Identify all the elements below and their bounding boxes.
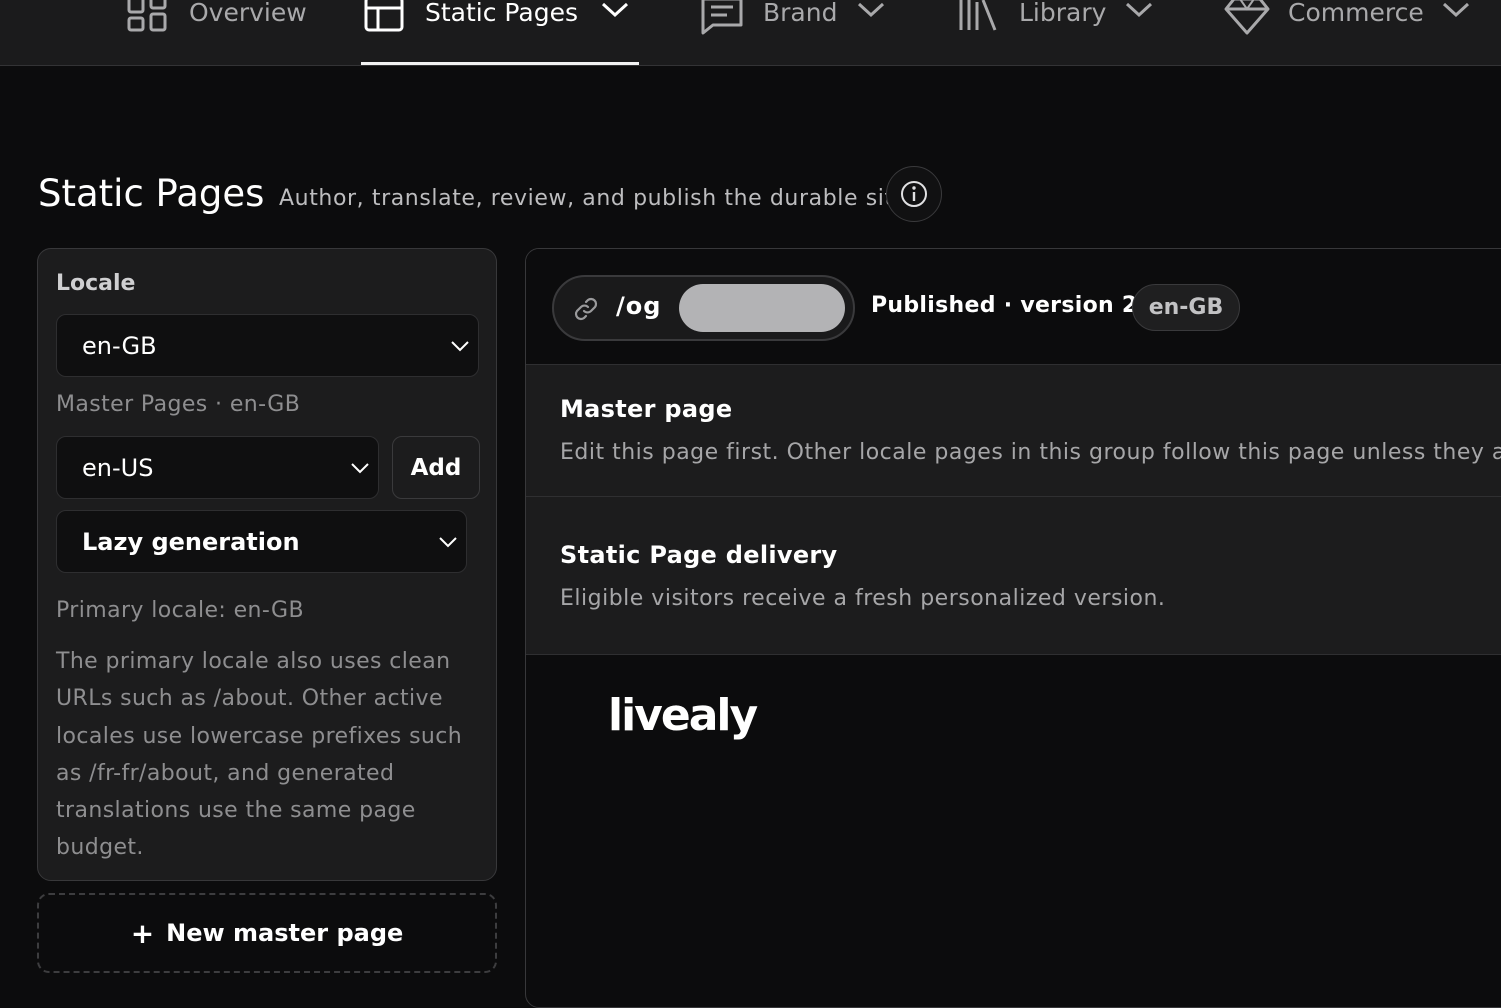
nav-item-overview[interactable]: Overview xyxy=(127,0,317,66)
chevron-down-icon[interactable] xyxy=(600,0,630,20)
info-icon xyxy=(901,181,927,207)
locale-label: Locale xyxy=(56,271,136,296)
nav-label-library: Library xyxy=(1019,0,1107,27)
locale-badge: en-GB xyxy=(1132,284,1240,331)
plus-icon: + xyxy=(130,916,155,950)
locale-help-text: The primary locale also uses clean URLs … xyxy=(56,649,463,861)
nav-label-overview: Overview xyxy=(189,0,307,27)
page-detail-panel: /og Published · version 2 en-GB Master p… xyxy=(525,248,1501,1008)
master-pages-caption: Master Pages · en-GB xyxy=(56,392,301,417)
master-page-title: Master page xyxy=(560,395,733,423)
nav-label-commerce: Commerce xyxy=(1288,0,1424,27)
layout-icon xyxy=(364,0,404,32)
locale-select[interactable]: en-GB xyxy=(56,314,479,377)
nav-label-static-pages: Static Pages xyxy=(425,0,578,27)
chevron-down-icon xyxy=(451,340,469,351)
info-button[interactable] xyxy=(886,166,942,222)
chevron-down-icon xyxy=(439,536,457,547)
top-navigation: Overview Static Pages Brand Library Comm… xyxy=(0,0,1501,66)
publish-status: Published · version 2 xyxy=(871,293,1138,318)
diamond-icon xyxy=(1224,0,1270,35)
page-subtitle: Author, translate, review, and publish t… xyxy=(279,186,916,211)
generation-mode-select[interactable]: Lazy generation xyxy=(56,510,467,573)
nav-label-brand: Brand xyxy=(763,0,838,27)
chevron-down-icon xyxy=(351,462,369,473)
locale-select-value: en-GB xyxy=(82,331,157,360)
link-icon xyxy=(574,297,598,321)
books-icon xyxy=(959,0,997,31)
page-url-pill[interactable]: /og xyxy=(552,275,855,341)
nav-item-commerce[interactable]: Commerce xyxy=(1224,0,1494,66)
nav-item-static-pages[interactable]: Static Pages xyxy=(364,0,639,66)
master-page-description: Edit this page first. Other locale pages… xyxy=(560,440,1501,465)
master-page-section[interactable]: Master page Edit this page first. Other … xyxy=(526,365,1501,497)
generation-mode-value: Lazy generation xyxy=(82,527,300,556)
locale-panel: Locale en-GB Master Pages · en-GB en-US … xyxy=(37,248,497,881)
message-icon xyxy=(701,0,743,35)
add-locale-select[interactable]: en-US xyxy=(56,436,379,499)
nav-item-brand[interactable]: Brand xyxy=(699,0,889,66)
delivery-section[interactable]: Static Page delivery Eligible visitors r… xyxy=(526,497,1501,655)
new-master-page-label: New master page xyxy=(166,919,404,947)
chevron-down-icon[interactable] xyxy=(856,0,886,20)
new-master-page-button[interactable]: + New master page xyxy=(37,893,497,973)
brand-logo: livealy xyxy=(608,690,758,741)
delivery-title: Static Page delivery xyxy=(560,541,838,569)
add-locale-select-value: en-US xyxy=(82,453,154,482)
page-title: Static Pages xyxy=(38,172,265,215)
active-tab-indicator xyxy=(361,62,639,65)
grid-icon xyxy=(127,0,167,32)
chevron-down-icon[interactable] xyxy=(1124,0,1154,20)
page-url-text: /og xyxy=(616,292,662,320)
primary-locale-text: Primary locale: en-GB xyxy=(56,598,304,623)
chevron-down-icon[interactable] xyxy=(1441,0,1471,20)
page-status-bar: /og Published · version 2 en-GB xyxy=(526,249,1501,365)
redacted-url-segment xyxy=(679,284,845,332)
nav-item-library[interactable]: Library xyxy=(957,0,1157,66)
add-locale-button[interactable]: Add xyxy=(392,436,480,499)
delivery-description: Eligible visitors receive a fresh person… xyxy=(560,586,1166,611)
